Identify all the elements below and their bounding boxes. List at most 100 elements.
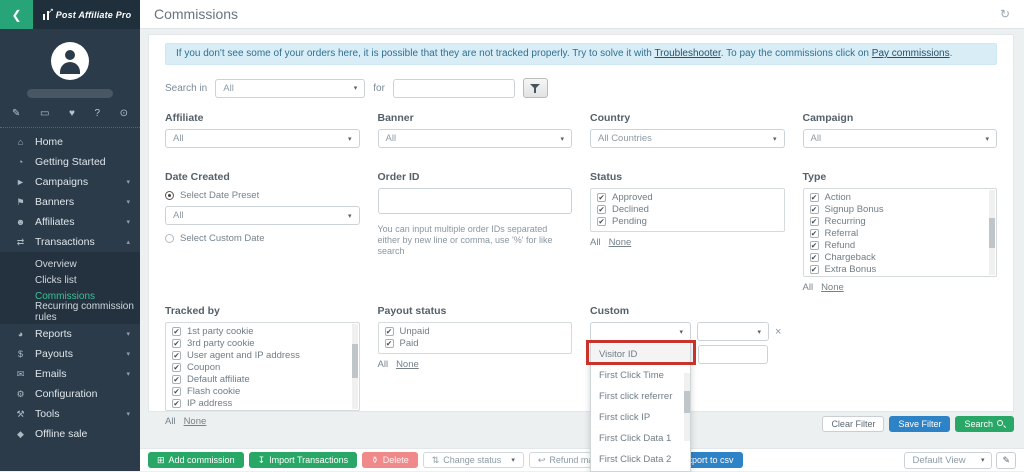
dropdown-item[interactable]: First Click Data 2 [591, 449, 690, 470]
checkbox-checked[interactable] [597, 217, 606, 226]
custom-remove-icon[interactable]: × [775, 326, 781, 338]
payout-none-link[interactable]: None [396, 359, 419, 370]
checkbox-checked[interactable] [172, 375, 181, 384]
search-in-select[interactable]: All ▾ [215, 79, 365, 98]
option-label: Declined [612, 204, 649, 215]
import-transactions-button[interactable]: ↧Import Transactions [249, 452, 358, 468]
banner-filter: Banner All ▾ [378, 112, 573, 148]
dropdown-item[interactable]: First Click Time [591, 365, 690, 386]
edit-profile-icon[interactable]: ✎ [12, 108, 20, 119]
sidebar-item-label: Home [35, 136, 63, 148]
edit-view-button[interactable]: ✎ [996, 452, 1016, 469]
sidebar-item-tools[interactable]: ⚒ Tools ▾ [0, 404, 140, 424]
dropdown-item[interactable]: First Click Data 1 [591, 428, 690, 449]
submenu-item-recurring-commission-rules[interactable]: Recurring commission rules [0, 304, 140, 320]
sidebar-item-configuration[interactable]: ⚙ Configuration [0, 384, 140, 404]
campaign-select[interactable]: All ▾ [803, 129, 998, 148]
payout-all-link[interactable]: All [378, 359, 389, 370]
country-value: All Countries [598, 133, 652, 144]
payout-icon: $ [13, 349, 28, 359]
save-filter-button[interactable]: Save Filter [889, 416, 950, 432]
checkbox-checked[interactable] [810, 253, 819, 262]
dropdown-item[interactable]: First click referrer [591, 386, 690, 407]
sidebar-item-getting-started[interactable]: ◔ Getting Started [0, 152, 140, 172]
user-name-redacted [27, 89, 113, 98]
add-commission-button[interactable]: ⊞Add commission [148, 452, 244, 468]
checkbox-checked[interactable] [810, 193, 819, 202]
sidebar-item-banners[interactable]: ⚑ Banners ▾ [0, 192, 140, 212]
change-status-button[interactable]: ⇅Change status▾ [423, 452, 524, 468]
sidebar-item-campaigns[interactable]: ► Campaigns ▾ [0, 172, 140, 192]
checkbox-checked[interactable] [172, 363, 181, 372]
sidebar-item-emails[interactable]: ✉ Emails ▾ [0, 364, 140, 384]
checkbox-checked[interactable] [597, 193, 606, 202]
caret-down-icon: ▾ [757, 328, 761, 336]
custom-value-input[interactable] [698, 345, 768, 364]
custom-operator-select[interactable]: ▾ [697, 322, 769, 341]
pay-commissions-link[interactable]: Pay commissions [872, 48, 950, 59]
checkbox-checked[interactable] [172, 399, 181, 408]
refresh-icon[interactable]: ↻ [1000, 7, 1010, 21]
caret-down-icon: ▾ [773, 135, 777, 143]
sidebar-item-home[interactable]: ⌂ Home [0, 132, 140, 152]
help-icon[interactable]: ? [94, 108, 100, 119]
dropdown-item[interactable]: First click IP [591, 407, 690, 428]
checkbox-checked[interactable] [172, 351, 181, 360]
sidebar-item-reports[interactable]: ◕ Reports ▾ [0, 324, 140, 344]
filter-button[interactable] [523, 78, 548, 98]
logout-icon[interactable]: ⊙ [120, 108, 128, 119]
checkbox-checked[interactable] [810, 229, 819, 238]
status-all-link[interactable]: All [590, 237, 601, 248]
avatar[interactable] [51, 42, 89, 80]
search-input[interactable] [393, 79, 515, 98]
sidebar-item-payouts[interactable]: $ Payouts ▾ [0, 344, 140, 364]
date-preset-select[interactable]: All ▾ [165, 206, 360, 225]
banner-select[interactable]: All ▾ [378, 129, 573, 148]
sidebar-item-label: Configuration [35, 388, 97, 400]
checkbox-checked[interactable] [810, 217, 819, 226]
dropdown-item-visitor-id[interactable]: Visitor ID [591, 344, 690, 365]
custom-field-select[interactable]: ▾ [590, 322, 691, 341]
desktop-icon[interactable]: ▭ [40, 108, 49, 119]
sidebar-item-offline-sale[interactable]: ◆ Offline sale [0, 424, 140, 444]
checkbox-checked[interactable] [172, 387, 181, 396]
type-none-link[interactable]: None [821, 282, 844, 293]
scrollbar[interactable] [684, 373, 690, 441]
tracked-none-link[interactable]: None [184, 416, 207, 427]
clear-filter-button[interactable]: Clear Filter [822, 416, 884, 432]
type-all-link[interactable]: All [803, 282, 814, 293]
tracked-all-link[interactable]: All [165, 416, 176, 427]
delete-button[interactable]: ⚱Delete [362, 452, 418, 468]
mail-icon: ✉ [13, 369, 28, 380]
checkbox-checked[interactable] [172, 339, 181, 348]
collapse-sidebar-button[interactable]: ❮ [0, 0, 33, 29]
order-id-label: Order ID [378, 171, 573, 183]
sidebar-item-affiliates[interactable]: ☻ Affiliates ▾ [0, 212, 140, 232]
scrollbar[interactable] [989, 190, 995, 275]
info-alert: If you don't see some of your orders her… [165, 43, 997, 65]
submenu-item-overview[interactable]: Overview [0, 256, 140, 272]
search-button[interactable]: Search [955, 416, 1014, 432]
checkbox-checked[interactable] [597, 205, 606, 214]
view-select[interactable]: Default View ▾ [904, 452, 992, 469]
checkbox-checked[interactable] [385, 339, 394, 348]
date-preset-radio[interactable] [165, 191, 174, 200]
checkbox-checked[interactable] [810, 241, 819, 250]
option-label: Approved [612, 192, 653, 203]
sidebar-item-transactions[interactable]: ⇄ Transactions ▴ [0, 232, 140, 252]
troubleshooter-link[interactable]: Troubleshooter [654, 48, 720, 59]
date-custom-radio[interactable] [165, 234, 174, 243]
status-none-link[interactable]: None [609, 237, 632, 248]
page-title: Commissions [154, 6, 238, 22]
checkbox-checked[interactable] [385, 327, 394, 336]
checkbox-checked[interactable] [810, 205, 819, 214]
checkbox-checked[interactable] [810, 265, 819, 274]
brand-logo[interactable]: ↗ Post Affiliate Pro [33, 0, 140, 29]
order-id-textarea[interactable] [378, 188, 573, 214]
country-select[interactable]: All Countries ▾ [590, 129, 785, 148]
checkbox-checked[interactable] [172, 327, 181, 336]
affiliate-select[interactable]: All ▾ [165, 129, 360, 148]
scrollbar[interactable] [352, 324, 358, 409]
submenu-item-clicks-list[interactable]: Clicks list [0, 272, 140, 288]
health-icon[interactable]: ♥ [69, 108, 75, 119]
